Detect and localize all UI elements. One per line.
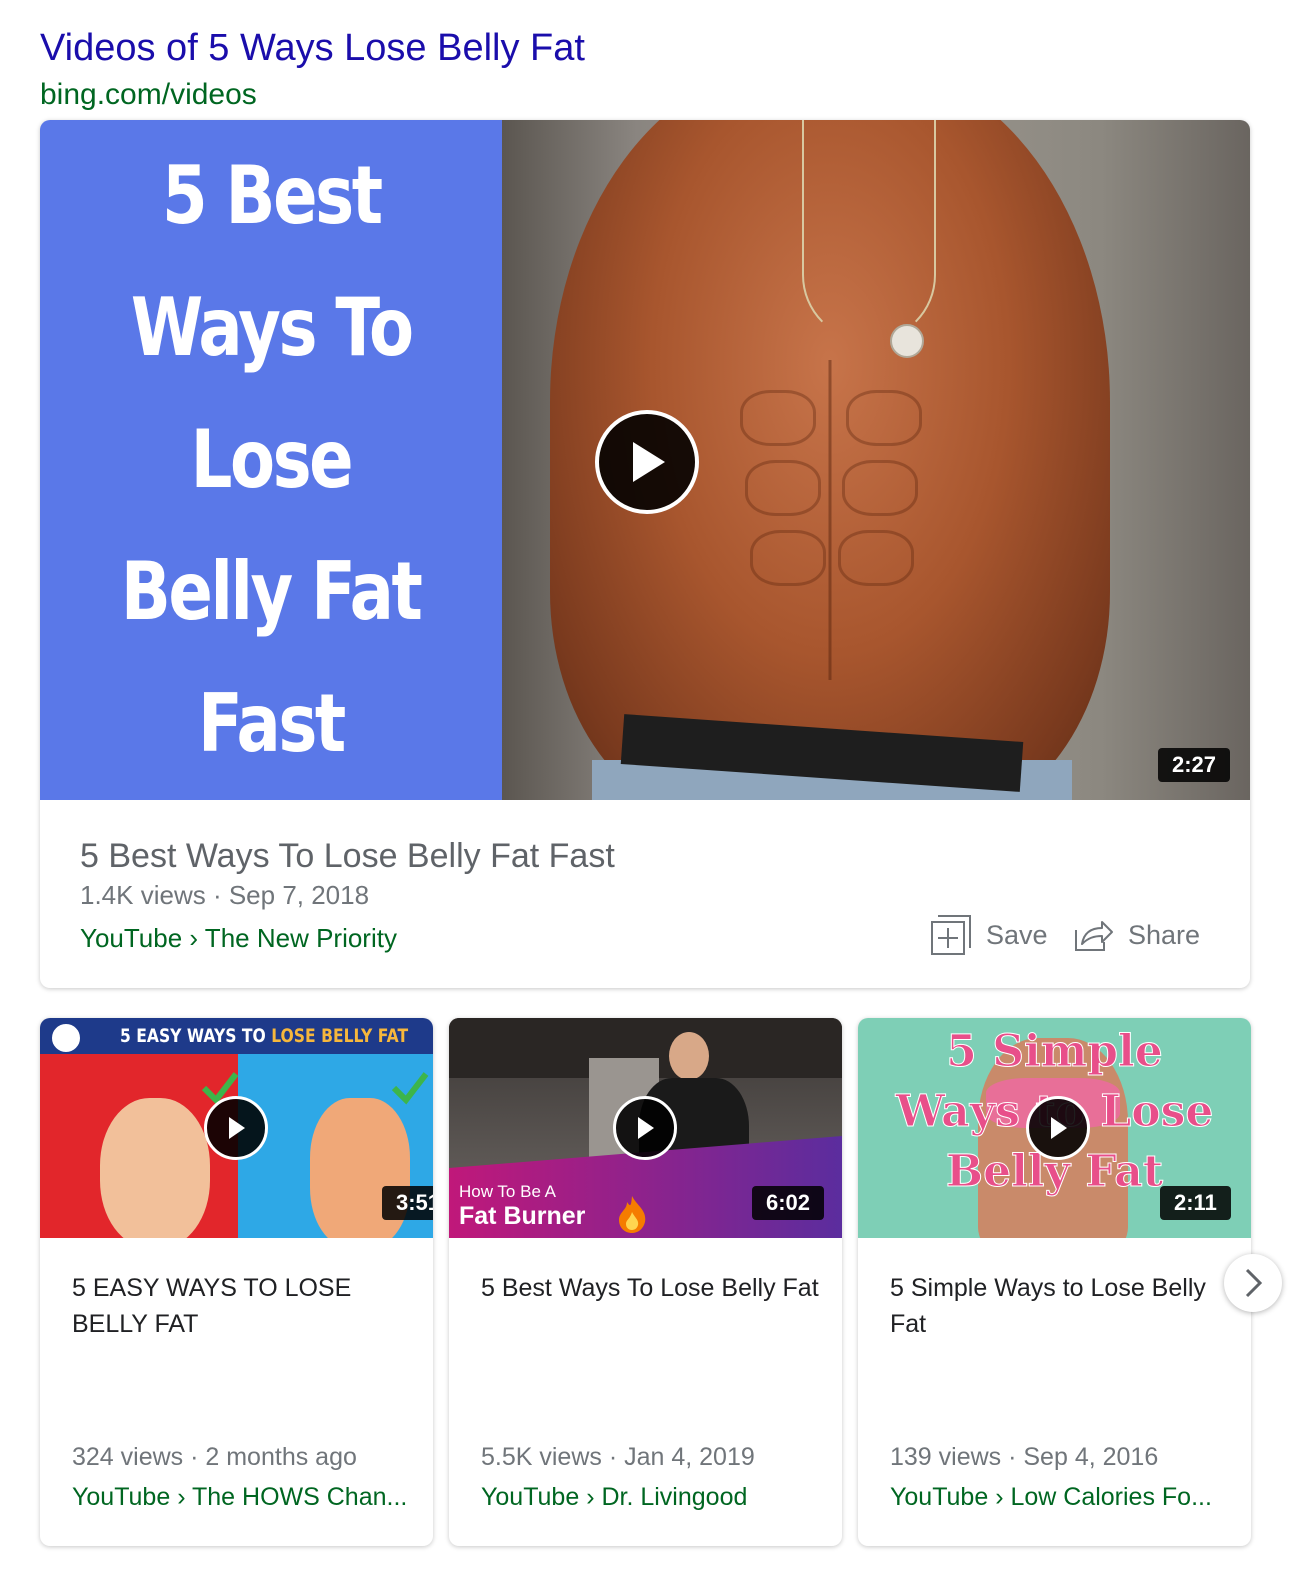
ab-muscle xyxy=(838,530,914,586)
thumbnail-caption-small: How To Be A xyxy=(459,1182,557,1201)
video-title[interactable]: 5 EASY WAYS TO LOSE BELLY FAT xyxy=(72,1270,412,1342)
checkmark-icon xyxy=(391,1072,429,1105)
ab-muscle xyxy=(740,390,816,446)
play-button[interactable] xyxy=(613,1096,677,1160)
play-icon xyxy=(1051,1117,1067,1139)
abs-centerline xyxy=(828,360,832,680)
video-title[interactable]: 5 Simple Ways to Lose Belly Fat xyxy=(890,1270,1220,1342)
thumbnail-text-line: Fast xyxy=(198,677,346,770)
save-icon xyxy=(931,915,971,955)
video-card: 5 Simple Ways to Lose Belly Fat 2:11 5 S… xyxy=(858,1018,1251,1546)
duration-badge: 2:27 xyxy=(1158,748,1231,782)
necklace-pendant xyxy=(890,324,924,358)
thumbnail-text-line: Ways To xyxy=(130,281,414,374)
ab-muscle xyxy=(745,460,821,516)
duration-badge: 6:02 xyxy=(752,1186,825,1220)
video-title[interactable]: 5 Best Ways To Lose Belly Fat xyxy=(481,1270,821,1306)
chevron-right-icon xyxy=(1245,1268,1263,1298)
thumbnail-text-line: 5 Simple xyxy=(946,1026,1163,1078)
share-button[interactable]: Share xyxy=(1072,910,1200,960)
necklace-chain xyxy=(802,120,936,342)
featured-video-source[interactable]: YouTube › The New Priority xyxy=(80,920,397,956)
fire-icon xyxy=(619,1196,646,1233)
video-source[interactable]: YouTube › Low Calories Fo... xyxy=(890,1480,1212,1514)
video-meta: 324 views · 2 months ago xyxy=(72,1443,357,1471)
video-thumbnail[interactable]: 5 Simple Ways to Lose Belly Fat 2:11 xyxy=(858,1018,1251,1238)
video-card: 5 EASY WAYS TO LOSE BELLY FAT 3:51 5 EAS… xyxy=(40,1018,433,1546)
video-thumbnail[interactable]: 5 EASY WAYS TO LOSE BELLY FAT 3:51 xyxy=(40,1018,433,1238)
ab-muscle xyxy=(750,530,826,586)
thumbnail-text-line: 5 Best xyxy=(161,149,383,242)
play-button[interactable] xyxy=(1026,1096,1090,1160)
play-button[interactable] xyxy=(204,1096,268,1160)
ab-muscle xyxy=(846,390,922,446)
save-button[interactable]: Save xyxy=(930,910,1048,960)
play-icon xyxy=(638,1117,654,1139)
thumbnail-caption-big: Fat Burner xyxy=(459,1202,586,1230)
carousel-next-button[interactable] xyxy=(1224,1254,1282,1312)
share-label: Share xyxy=(1128,919,1201,950)
video-meta: 139 views · Sep 4, 2016 xyxy=(890,1443,1159,1471)
video-source[interactable]: YouTube › Dr. Livingood xyxy=(481,1480,747,1514)
results-title-link[interactable]: Videos of 5 Ways Lose Belly Fat xyxy=(40,24,585,72)
featured-video-card: 5 Best Ways To Lose Belly Fat Fast 2:27 … xyxy=(40,120,1250,988)
thumbnail-text-panel: 5 Best Ways To Lose Belly Fat Fast xyxy=(40,120,502,800)
share-icon xyxy=(1075,921,1113,951)
banner-text-accent: LOSE BELLY FAT xyxy=(271,1025,409,1047)
play-icon xyxy=(633,442,665,482)
play-button[interactable] xyxy=(595,410,699,514)
featured-video-thumbnail[interactable]: 5 Best Ways To Lose Belly Fat Fast 2:27 xyxy=(40,120,1250,800)
video-card: How To Be A Fat Burner 6:02 5 Best Ways … xyxy=(449,1018,842,1546)
featured-video-title[interactable]: 5 Best Ways To Lose Belly Fat Fast xyxy=(80,834,615,878)
thumbnail-text-line: Belly Fat xyxy=(121,545,423,638)
play-icon xyxy=(229,1117,245,1139)
featured-video-meta: 1.4K views · Sep 7, 2018 xyxy=(80,880,370,910)
duration-badge: 2:11 xyxy=(1160,1186,1231,1220)
ab-muscle xyxy=(842,460,918,516)
video-source[interactable]: YouTube › The HOWS Chan... xyxy=(72,1480,407,1514)
results-source-url: bing.com/videos xyxy=(40,78,257,111)
thumbnail-banner-text: 5 EASY WAYS TO LOSE BELLY FAT xyxy=(120,1022,408,1050)
cartoon-figure-before xyxy=(100,1098,210,1238)
channel-logo-icon xyxy=(50,1022,82,1054)
duration-badge: 3:51 xyxy=(382,1186,433,1220)
banner-text-white: 5 EASY WAYS TO xyxy=(120,1025,266,1047)
video-meta: 5.5K views · Jan 4, 2019 xyxy=(481,1443,755,1471)
thumbnail-text-line: Lose xyxy=(190,413,354,506)
save-label: Save xyxy=(986,919,1048,950)
video-thumbnail[interactable]: How To Be A Fat Burner 6:02 xyxy=(449,1018,842,1238)
